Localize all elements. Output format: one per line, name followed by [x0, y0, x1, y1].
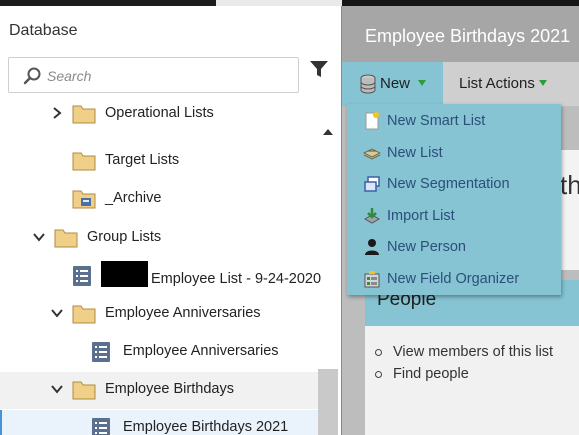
- tree-row-employee-birthdays-2021[interactable]: Employee Birthdays 2021: [0, 410, 318, 435]
- tree-row-archive[interactable]: _Archive: [0, 181, 318, 218]
- link-label[interactable]: View members of this list: [393, 344, 553, 360]
- page-title: Employee Birthdays 2021: [365, 26, 571, 46]
- tree-row-employee-birthdays-folder[interactable]: Employee Birthdays: [0, 372, 318, 409]
- content-card: [560, 150, 579, 270]
- people-panel-body: View members of this list Find people: [365, 326, 579, 435]
- menu-item-import-list[interactable]: Import List: [347, 201, 561, 232]
- tree-row-label: Employee List - 9-24-2020: [151, 270, 322, 287]
- tree-row-label: Operational Lists: [105, 105, 214, 121]
- tree-row-operational-lists[interactable]: Operational Lists: [0, 102, 318, 133]
- list-stack-icon: [363, 148, 381, 160]
- search-input[interactable]: [47, 65, 287, 87]
- chevron-down-icon[interactable]: [50, 382, 64, 396]
- menu-item-new-person[interactable]: New Person: [347, 232, 561, 263]
- toolbar: New List Actions: [342, 62, 579, 106]
- tree-row-label: Employee Anniversaries: [123, 343, 279, 359]
- partial-heading: th: [560, 170, 579, 200]
- tree-row-label: Target Lists: [105, 152, 180, 168]
- new-dropdown-menu: New Smart List New List New Segmentation…: [347, 104, 561, 295]
- search-box[interactable]: [8, 57, 299, 93]
- list-icon: [73, 266, 91, 286]
- tree-row-label: _Archive: [105, 190, 162, 206]
- people-link-find-people[interactable]: Find people: [375, 366, 553, 388]
- person-icon: [365, 239, 379, 255]
- folder-icon: [72, 105, 96, 124]
- tree-row-employee-anniversaries-list[interactable]: Employee Anniversaries: [0, 334, 318, 371]
- folder-icon: [54, 229, 78, 248]
- list-icon: [92, 342, 110, 362]
- list-header: Employee Birthdays 2021: [342, 6, 579, 62]
- smart-list-icon: [365, 112, 379, 130]
- segmentation-icon: [364, 176, 380, 192]
- menu-item-new-list[interactable]: New List: [347, 138, 561, 169]
- folder-icon: [72, 381, 96, 400]
- new-label: New: [380, 75, 411, 92]
- list-actions-button[interactable]: List Actions: [443, 62, 579, 106]
- panel-title: Database: [9, 22, 78, 39]
- menu-item-new-smart-list[interactable]: New Smart List: [347, 106, 561, 137]
- tree-row-label: Employee Birthdays 2021: [123, 419, 289, 435]
- search-icon: [23, 67, 41, 85]
- menu-item-label: New Smart List: [387, 113, 486, 129]
- new-menu-button[interactable]: New: [342, 62, 443, 106]
- field-organizer-icon: [364, 271, 380, 288]
- menu-item-label: New Segmentation: [387, 176, 510, 192]
- tree-row-label: Employee Birthdays: [105, 381, 234, 397]
- list-icon: [92, 418, 110, 435]
- archive-folder-icon: [72, 190, 96, 209]
- database-panel: Database Operational Lists Target Lists: [0, 6, 341, 435]
- database-icon: [360, 74, 376, 94]
- folder-icon: [72, 305, 96, 324]
- bullet-icon: [375, 349, 382, 356]
- people-links: View members of this list Find people: [375, 344, 553, 388]
- chevron-right-icon[interactable]: [50, 106, 64, 120]
- tree-row-target-lists[interactable]: Target Lists: [0, 143, 318, 180]
- dropdown-arrow-icon: [418, 80, 426, 86]
- tree-row-employee-list[interactable]: Employee List - 9-24-2020: [0, 258, 322, 295]
- folder-tree: Operational Lists Target Lists _Archive: [0, 102, 341, 435]
- menu-item-label: New List: [387, 145, 443, 161]
- chevron-down-icon[interactable]: [32, 230, 46, 244]
- tree-row-employee-anniversaries-folder[interactable]: Employee Anniversaries: [0, 296, 318, 333]
- chevron-down-icon[interactable]: [50, 306, 64, 320]
- bullet-icon: [375, 371, 382, 378]
- menu-item-label: Import List: [387, 208, 455, 224]
- menu-item-new-segmentation[interactable]: New Segmentation: [347, 169, 561, 200]
- scroll-up-arrow-icon[interactable]: [320, 124, 336, 140]
- menu-item-label: New Person: [387, 239, 466, 255]
- dropdown-arrow-icon: [539, 80, 547, 86]
- import-icon: [363, 208, 381, 224]
- list-actions-label: List Actions: [459, 75, 535, 92]
- tree-row-label-wrap: Employee List - 9-24-2020: [101, 261, 322, 292]
- redacted-block: [101, 261, 148, 287]
- tree-row-label: Group Lists: [87, 229, 162, 245]
- filter-icon[interactable]: [309, 59, 329, 79]
- link-label[interactable]: Find people: [393, 366, 469, 382]
- menu-item-new-field-organizer[interactable]: New Field Organizer: [347, 264, 561, 295]
- menu-item-label: New Field Organizer: [387, 271, 520, 287]
- scrollbar-thumb[interactable]: [318, 369, 338, 435]
- people-link-view-members[interactable]: View members of this list: [375, 344, 553, 366]
- folder-icon: [72, 152, 96, 171]
- tree-row-label: Employee Anniversaries: [105, 305, 261, 321]
- tree-row-group-lists[interactable]: Group Lists: [0, 220, 318, 257]
